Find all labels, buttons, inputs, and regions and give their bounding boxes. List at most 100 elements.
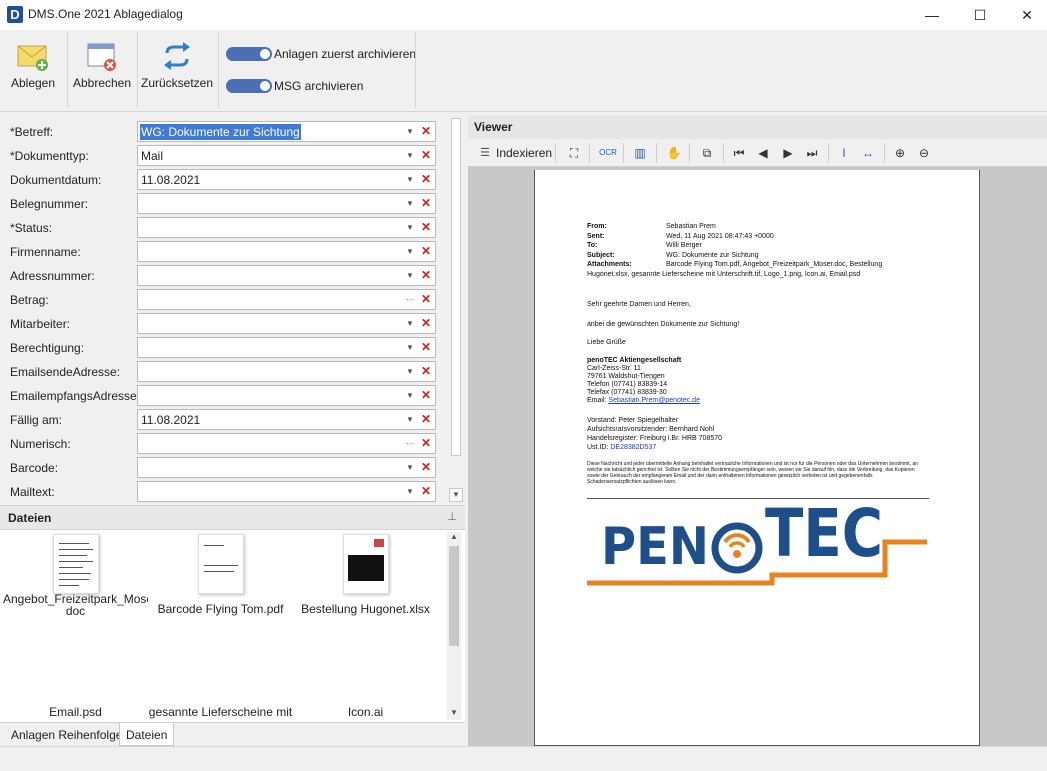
file-item[interactable]: Bestellung Hugonet.xlsx [293, 532, 438, 622]
scrollbar-thumb[interactable] [451, 118, 461, 456]
from-label: From: [587, 223, 607, 230]
pin-icon[interactable]: ⊥ [447, 510, 457, 523]
last-page-icon[interactable]: ⏭ [803, 145, 821, 161]
field-input[interactable]: ▼ ✕ [137, 481, 436, 502]
scroll-up-arrow[interactable]: ▲ [447, 532, 461, 544]
ustid-label: Ust.ID: [587, 444, 609, 451]
field-input[interactable]: ··· ✕ [137, 433, 436, 454]
tab-dateien[interactable]: Dateien [119, 723, 175, 746]
field-input[interactable]: Mail ▼ ✕ [137, 145, 436, 166]
field-input[interactable]: 11.08.2021 ▼ ✕ [137, 409, 436, 430]
dropdown-arrow-icon[interactable]: ▼ [404, 125, 416, 139]
barcode-icon[interactable]: ▥ [631, 145, 649, 161]
dropdown-arrow-icon[interactable]: ▼ [404, 245, 416, 259]
dropdown-arrow-icon[interactable]: ▼ [404, 149, 416, 163]
field-label: EmailempfangsAdresse: [10, 389, 141, 403]
scroll-down-arrow[interactable]: ▼ [447, 708, 461, 720]
clear-icon[interactable]: ✕ [420, 244, 432, 259]
toggle-switch[interactable] [226, 47, 272, 61]
clear-icon[interactable]: ✕ [420, 340, 432, 355]
dropdown-arrow-icon[interactable]: ▼ [404, 221, 416, 235]
ustid: Ust.ID: DE28382D537 [587, 443, 656, 453]
hand-icon[interactable]: ✋ [665, 145, 683, 161]
scrollbar-thumb[interactable] [449, 546, 459, 646]
dropdown-arrow-icon[interactable]: ▼ [404, 317, 416, 331]
select-area-icon[interactable]: ⧉ [698, 145, 716, 161]
logo-text-right: TEC [765, 498, 883, 572]
clear-icon[interactable]: ✕ [420, 460, 432, 475]
clear-icon[interactable]: ✕ [420, 196, 432, 211]
toggle-switch[interactable] [226, 79, 272, 93]
clear-icon[interactable]: ✕ [420, 268, 432, 283]
field-input[interactable]: ▼ ✕ [137, 457, 436, 478]
form-scrollbar[interactable]: ▼ [449, 114, 463, 502]
field-input[interactable]: ▼ ✕ [137, 313, 436, 334]
fit-width-icon[interactable]: ↔ [859, 145, 877, 161]
field-input[interactable]: WG: Dokumente zur Sichtung ▼ ✕ [137, 121, 436, 142]
field-input[interactable]: ▼ ✕ [137, 193, 436, 214]
closing: Liebe Grüße [587, 339, 626, 346]
clear-icon[interactable]: ✕ [420, 316, 432, 331]
dropdown-arrow-icon[interactable]: ▼ [404, 341, 416, 355]
clear-icon[interactable]: ✕ [420, 412, 432, 427]
dropdown-arrow-icon[interactable]: ▼ [404, 197, 416, 211]
ablegen-button[interactable]: Ablegen [4, 30, 62, 112]
field-input[interactable]: ▼ ✕ [137, 361, 436, 382]
scroll-down-arrow[interactable]: ▼ [449, 488, 463, 502]
field-input[interactable]: ▼ ✕ [137, 241, 436, 262]
close-button[interactable]: ✕ [1004, 0, 1047, 30]
clear-icon[interactable]: ✕ [420, 484, 432, 499]
file-name[interactable]: Icon.ai [293, 705, 438, 719]
clear-icon[interactable]: ✕ [420, 172, 432, 187]
zoom-in-icon[interactable]: ⊕ [891, 145, 909, 161]
field-input[interactable]: 11.08.2021 ▼ ✕ [137, 169, 436, 190]
file-name[interactable]: Email.psd [3, 705, 148, 719]
ocr-icon[interactable]: OCR [599, 145, 617, 161]
maximize-button[interactable]: ☐ [957, 0, 1003, 30]
field-input[interactable]: ▼ ✕ [137, 217, 436, 238]
clear-icon[interactable]: ✕ [420, 220, 432, 235]
next-page-icon[interactable]: ▶ [779, 145, 797, 161]
file-name[interactable]: gesannte Lieferscheine mit [148, 705, 293, 719]
dropdown-arrow-icon[interactable]: ▼ [404, 461, 416, 475]
field-input[interactable]: ▼ ✕ [137, 337, 436, 358]
dateien-title: Dateien [8, 511, 52, 525]
field-input[interactable]: ··· ✕ [137, 289, 436, 310]
clear-icon[interactable]: ✕ [420, 148, 432, 163]
dropdown-arrow-icon[interactable]: ▼ [404, 413, 416, 427]
clear-icon[interactable]: ✕ [420, 292, 432, 307]
file-item[interactable]: Barcode Flying Tom.pdf [148, 532, 293, 622]
clear-icon[interactable]: ✕ [420, 436, 432, 451]
dateien-scrollbar[interactable]: ▲ ▼ [447, 532, 461, 720]
clear-icon[interactable]: ✕ [420, 388, 432, 403]
email-link[interactable]: Sebastian.Prem@penotec.de [608, 397, 700, 404]
dropdown-arrow-icon[interactable]: ▼ [404, 389, 416, 403]
field-input[interactable]: ▼ ✕ [137, 265, 436, 286]
viewer-header: Viewer [468, 115, 1047, 139]
clear-icon[interactable]: ✕ [420, 124, 432, 139]
penotec-logo: PEN TEC [587, 498, 927, 586]
dropdown-arrow-icon[interactable]: ▼ [404, 269, 416, 283]
first-page-icon[interactable]: ⏮ [730, 145, 748, 161]
dropdown-arrow-icon[interactable]: ▼ [404, 485, 416, 499]
fit-height-icon[interactable]: Ι [835, 145, 853, 161]
field-label: *Dokumenttyp: [10, 149, 89, 163]
clear-icon[interactable]: ✕ [420, 364, 432, 379]
file-item[interactable]: Angebot_Freizeitpark_Moser.doc doc [3, 532, 148, 622]
zoom-out-icon[interactable]: ⊖ [915, 145, 933, 161]
viewer-panel: Viewer ☰ Indexieren ⛶ OCR ▥ ✋ ⧉ ⏮ ◀ ▶ ⏭ … [468, 115, 1047, 746]
dropdown-arrow-icon[interactable]: ▼ [404, 365, 416, 379]
tab-anlagen-reihenfolge[interactable]: Anlagen Reihenfolge [5, 723, 130, 746]
ellipsis-button-icon[interactable]: ··· [404, 293, 416, 307]
field-input[interactable]: ▼ ✕ [137, 385, 436, 406]
minimize-button[interactable]: — [909, 0, 955, 30]
zuruecksetzen-button[interactable]: Zurücksetzen [141, 30, 213, 112]
indexieren-button[interactable]: Indexieren [496, 146, 552, 160]
previous-page-icon[interactable]: ◀ [754, 145, 772, 161]
form-row: Barcode: ▼ ✕ [0, 457, 448, 479]
dropdown-arrow-icon[interactable]: ▼ [404, 173, 416, 187]
ellipsis-button-icon[interactable]: ··· [404, 437, 416, 451]
fit-page-icon[interactable]: ⛶ [565, 145, 583, 161]
abbrechen-button[interactable]: Abbrechen [71, 30, 133, 112]
ustid-value: DE28382D537 [610, 444, 657, 451]
